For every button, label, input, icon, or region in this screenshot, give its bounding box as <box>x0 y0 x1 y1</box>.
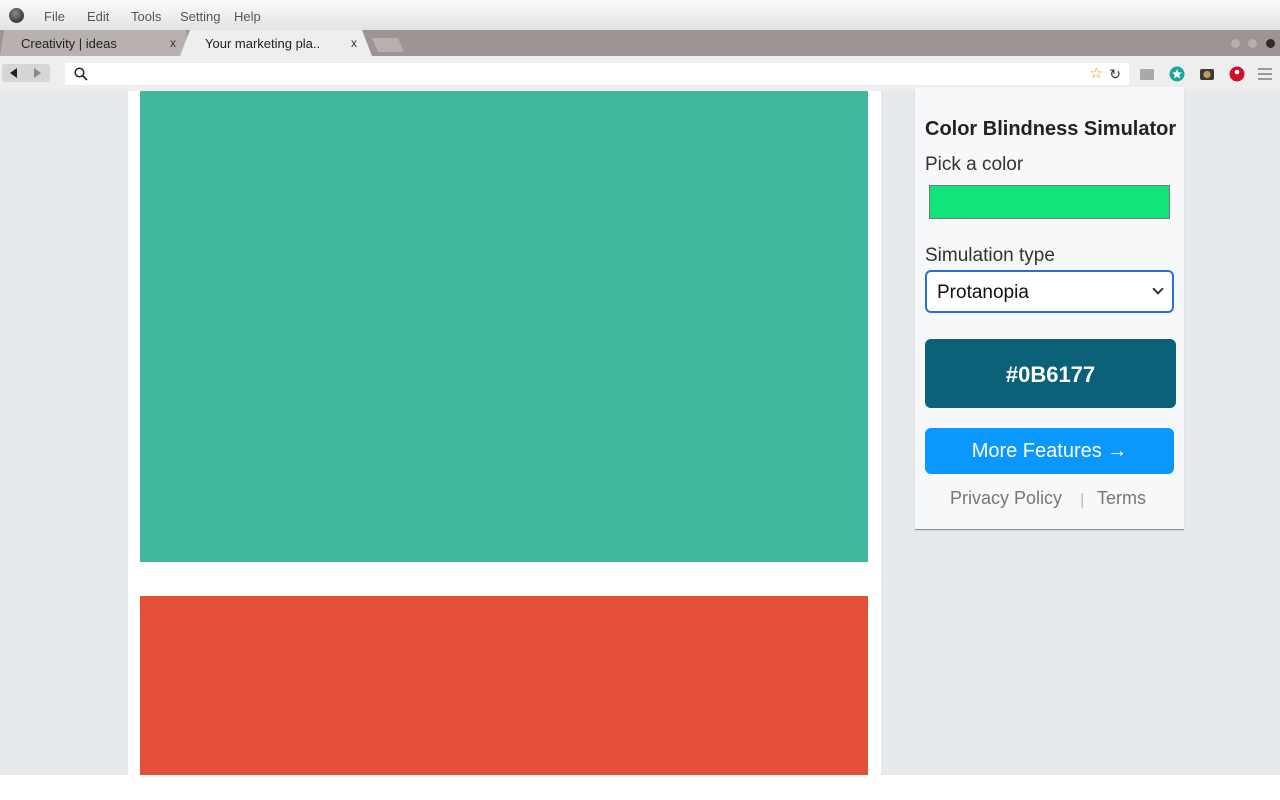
tab-close-icon[interactable]: x <box>351 36 357 50</box>
more-features-label: More Features → <box>971 440 1128 462</box>
pick-color-label: Pick a color <box>925 154 1024 175</box>
green-block <box>140 91 868 562</box>
tab-close-icon[interactable]: x <box>170 36 176 50</box>
more-features-button[interactable]: More Features → <box>925 428 1174 474</box>
simulation-type-label: Simulation type <box>925 245 1055 266</box>
simulated-color-result: #0B6177 <box>925 339 1176 408</box>
menu-file[interactable]: File <box>44 9 65 24</box>
gray-square-icon[interactable] <box>1139 66 1155 82</box>
browser-toolbar: ☆ ↻ <box>0 56 1280 91</box>
terms-link[interactable]: Terms <box>1097 488 1146 509</box>
menu-bar: File Edit Tools Setting Help <box>0 0 1280 30</box>
search-icon <box>74 67 88 81</box>
content-column <box>128 91 881 775</box>
window-maximize-icon[interactable] <box>1248 39 1257 48</box>
footer-separator: | <box>1080 490 1085 509</box>
forward-arrow-icon[interactable] <box>34 68 41 78</box>
simulation-type-select[interactable]: Protanopia <box>925 270 1174 313</box>
select-value: Protanopia <box>937 282 1029 303</box>
hamburger-menu-icon[interactable] <box>1258 68 1272 80</box>
app-logo-icon[interactable] <box>9 8 24 23</box>
status-area <box>0 775 1280 800</box>
red-block <box>140 596 868 775</box>
window-minimize-icon[interactable] <box>1231 39 1240 48</box>
menu-help[interactable]: Help <box>234 9 261 24</box>
menu-tools[interactable]: Tools <box>131 9 161 24</box>
bookmark-star-icon[interactable]: ☆ <box>1090 66 1103 82</box>
red-circle-icon[interactable] <box>1229 66 1245 82</box>
color-blindness-popup: Color Blindness Simulator Pick a color S… <box>915 87 1184 530</box>
tab-creativity-ideas[interactable]: Creativity | ideas x <box>0 30 190 56</box>
chevron-down-icon <box>1152 283 1164 295</box>
teal-star-icon[interactable] <box>1169 66 1185 82</box>
color-picker-swatch[interactable] <box>929 185 1170 219</box>
address-bar[interactable]: ☆ ↻ <box>65 63 1129 85</box>
popup-title: Color Blindness Simulator <box>925 118 1177 140</box>
reload-icon[interactable]: ↻ <box>1109 66 1121 82</box>
menu-edit[interactable]: Edit <box>87 9 109 24</box>
camera-icon[interactable] <box>1199 66 1215 82</box>
tab-title: Your marketing pla.. <box>205 36 321 51</box>
tab-title: Creativity | ideas <box>21 36 117 51</box>
tab-marketing-plan[interactable]: Your marketing pla.. x <box>180 30 372 56</box>
result-hex-value: #0B6177 <box>1005 362 1096 387</box>
privacy-policy-link[interactable]: Privacy Policy <box>950 488 1062 509</box>
tab-strip: Creativity | ideas x Your marketing pla.… <box>0 30 1280 56</box>
navigation-buttons <box>2 64 50 82</box>
window-close-icon[interactable] <box>1266 39 1275 48</box>
back-arrow-icon[interactable] <box>10 68 17 78</box>
menu-setting[interactable]: Setting <box>180 9 220 24</box>
new-tab-button[interactable] <box>372 38 404 52</box>
